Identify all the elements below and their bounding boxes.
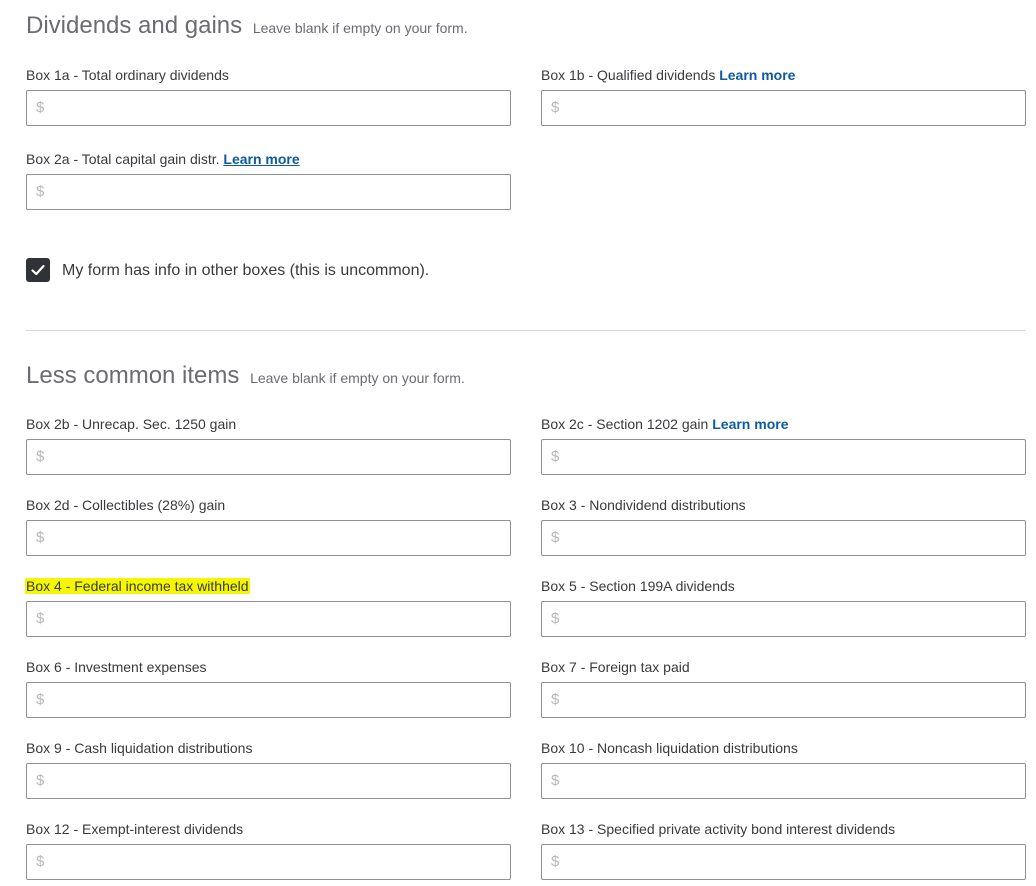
box-1b-input-field[interactable]: $ xyxy=(541,90,1026,127)
box-2a-input[interactable] xyxy=(49,175,503,211)
section-heading-less-common: Less common items Leave blank if empty o… xyxy=(26,362,465,390)
box-4-label: Box 4 - Federal income tax withheld xyxy=(25,578,250,594)
box-6-input[interactable] xyxy=(49,683,503,719)
box-1b-label: Box 1b - Qualified dividends Learn more xyxy=(541,67,796,83)
learn-more-link[interactable]: Learn more xyxy=(712,416,788,432)
box-2c-label: Box 2c - Section 1202 gain Learn more xyxy=(541,416,789,432)
box-5-label: Box 5 - Section 199A dividends xyxy=(541,578,735,594)
box-6-input-field[interactable]: $ xyxy=(26,682,511,719)
box-9-input[interactable] xyxy=(49,764,503,800)
box-2d-input[interactable] xyxy=(49,521,503,557)
dollar-placeholder: $ xyxy=(36,853,45,870)
dollar-placeholder: $ xyxy=(36,448,45,465)
highlighted-label-text: Box 4 - Federal income tax withheld xyxy=(25,578,250,594)
section-subtitle: Leave blank if empty on your form. xyxy=(250,370,465,386)
box-5-input-field[interactable]: $ xyxy=(541,601,1026,638)
box-2b-input-field[interactable]: $ xyxy=(26,439,511,476)
box-12-input-field[interactable]: $ xyxy=(26,844,511,881)
dollar-placeholder: $ xyxy=(551,610,560,627)
box-1a-input-field[interactable]: $ xyxy=(26,90,511,127)
box-1a-label: Box 1a - Total ordinary dividends xyxy=(26,67,229,83)
dollar-placeholder: $ xyxy=(551,691,560,708)
box-3-input-field[interactable]: $ xyxy=(541,520,1026,557)
other-boxes-checkbox[interactable] xyxy=(26,258,50,282)
dollar-placeholder: $ xyxy=(36,691,45,708)
other-boxes-checkbox-label[interactable]: My form has info in other boxes (this is… xyxy=(62,262,429,280)
box-9-input-field[interactable]: $ xyxy=(26,763,511,800)
dollar-placeholder: $ xyxy=(551,853,560,870)
box-5-input[interactable] xyxy=(564,602,1018,638)
box-1b-input[interactable] xyxy=(564,91,1018,127)
box-12-input[interactable] xyxy=(49,845,503,881)
section-title: Less common items xyxy=(26,362,240,389)
section-heading-dividends: Dividends and gains Leave blank if empty… xyxy=(26,12,468,40)
dollar-placeholder: $ xyxy=(551,529,560,546)
box-4-input-field[interactable]: $ xyxy=(26,601,511,638)
box-2c-input[interactable] xyxy=(564,440,1018,476)
learn-more-link[interactable]: Learn more xyxy=(719,67,795,83)
section-divider xyxy=(26,330,1026,331)
dollar-placeholder: $ xyxy=(36,99,45,116)
dollar-placeholder: $ xyxy=(36,183,45,200)
dollar-placeholder: $ xyxy=(551,772,560,789)
box-4-input[interactable] xyxy=(49,602,503,638)
box-9-label: Box 9 - Cash liquidation distributions xyxy=(26,740,253,756)
box-3-input[interactable] xyxy=(564,521,1018,557)
box-2b-input[interactable] xyxy=(49,440,503,476)
box-13-input[interactable] xyxy=(564,845,1018,881)
dollar-placeholder: $ xyxy=(36,529,45,546)
section-subtitle: Leave blank if empty on your form. xyxy=(252,20,468,36)
dollar-placeholder: $ xyxy=(36,610,45,627)
box-13-input-field[interactable]: $ xyxy=(541,844,1026,881)
box-1a-input[interactable] xyxy=(49,91,503,127)
box-2c-input-field[interactable]: $ xyxy=(541,439,1026,476)
dollar-placeholder: $ xyxy=(551,99,560,116)
box-13-label: Box 13 - Specified private activity bond… xyxy=(541,821,896,837)
box-2d-input-field[interactable]: $ xyxy=(26,520,511,557)
box-7-label: Box 7 - Foreign tax paid xyxy=(541,659,690,675)
box-10-input[interactable] xyxy=(564,764,1018,800)
box-2a-label: Box 2a - Total capital gain distr. Learn… xyxy=(26,151,300,167)
box-10-input-field[interactable]: $ xyxy=(541,763,1026,800)
box-3-label: Box 3 - Nondividend distributions xyxy=(541,497,746,513)
learn-more-link[interactable]: Learn more xyxy=(223,151,299,167)
box-12-label: Box 12 - Exempt-interest dividends xyxy=(26,821,244,837)
box-2b-label: Box 2b - Unrecap. Sec. 1250 gain xyxy=(26,416,237,432)
section-title: Dividends and gains xyxy=(26,12,243,39)
box-2a-input-field[interactable]: $ xyxy=(26,174,511,211)
dollar-placeholder: $ xyxy=(551,448,560,465)
box-7-input[interactable] xyxy=(564,683,1018,719)
dollar-placeholder: $ xyxy=(36,772,45,789)
checkmark-icon xyxy=(31,264,45,276)
box-7-input-field[interactable]: $ xyxy=(541,682,1026,719)
box-6-label: Box 6 - Investment expenses xyxy=(26,659,207,675)
box-10-label: Box 10 - Noncash liquidation distributio… xyxy=(541,740,798,756)
box-2d-label: Box 2d - Collectibles (28%) gain xyxy=(26,497,226,513)
